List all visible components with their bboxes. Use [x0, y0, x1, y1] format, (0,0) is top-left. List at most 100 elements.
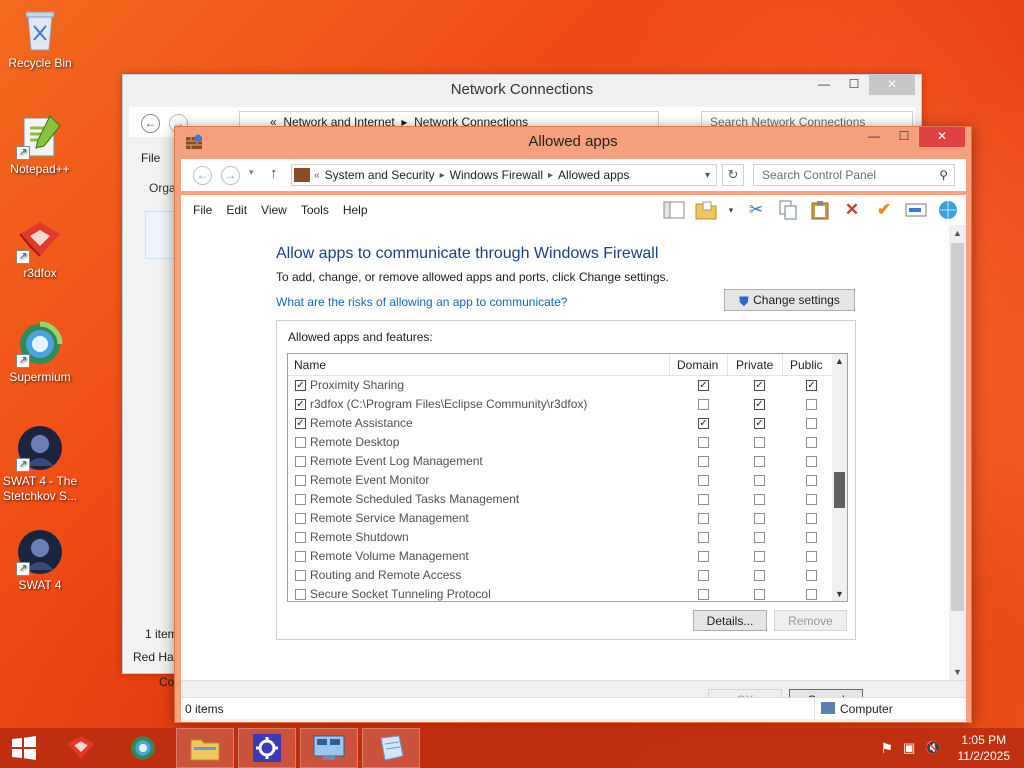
row-private-checkbox[interactable]: ✓: [754, 380, 765, 391]
maximize-button[interactable]: ☐: [839, 75, 869, 95]
column-header-private[interactable]: Private: [736, 358, 773, 372]
row-private-checkbox[interactable]: [754, 551, 765, 562]
close-button[interactable]: ✕: [919, 127, 965, 147]
row-enable-checkbox[interactable]: ✓: [295, 380, 306, 391]
maximize-button[interactable]: ☐: [889, 127, 919, 147]
refresh-icon[interactable]: ↻: [722, 164, 744, 186]
content-scroll-thumb[interactable]: [951, 243, 964, 611]
minimize-button[interactable]: —: [809, 75, 839, 95]
row-domain-checkbox[interactable]: [698, 551, 709, 562]
clock[interactable]: 1:05 PM 11/2/2025: [958, 732, 1011, 764]
back-arrow-icon[interactable]: ←: [193, 166, 212, 185]
risks-link[interactable]: What are the risks of allowing an app to…: [276, 295, 567, 309]
organize-button[interactable]: Orga: [149, 181, 176, 195]
taskbar-settings[interactable]: [238, 728, 296, 768]
row-enable-checkbox[interactable]: ✓: [295, 418, 306, 429]
scroll-down-icon[interactable]: ▼: [949, 667, 966, 677]
row-public-checkbox[interactable]: [806, 551, 817, 562]
row-public-checkbox[interactable]: [806, 570, 817, 581]
menu-tools[interactable]: Tools: [301, 203, 329, 217]
overflow-chevron-icon[interactable]: «: [314, 170, 320, 181]
search-input[interactable]: Search Control Panel ⚲: [753, 164, 955, 186]
check-icon[interactable]: ✔: [872, 199, 896, 221]
column-header-public[interactable]: Public: [790, 358, 823, 372]
table-row[interactable]: Secure Socket Tunneling Protocol: [288, 585, 833, 601]
help-globe-icon[interactable]: [936, 199, 960, 221]
breadcrumb-item[interactable]: System and Security: [325, 168, 435, 182]
row-domain-checkbox[interactable]: [698, 570, 709, 581]
row-private-checkbox[interactable]: ✓: [754, 418, 765, 429]
recent-pages-chevron-icon[interactable]: ▾: [249, 167, 254, 178]
row-domain-checkbox[interactable]: [698, 456, 709, 467]
desktop-icon-notepadpp[interactable]: ↗ Notepad++: [0, 112, 80, 177]
row-enable-checkbox[interactable]: ✓: [295, 399, 306, 410]
column-header-domain[interactable]: Domain: [677, 358, 718, 372]
row-domain-checkbox[interactable]: [698, 532, 709, 543]
table-row[interactable]: ✓ Remote Assistance ✓ ✓: [288, 414, 833, 433]
content-scrollbar[interactable]: ▲ ▼: [949, 225, 966, 680]
row-private-checkbox[interactable]: [754, 532, 765, 543]
back-arrow-icon[interactable]: ←: [141, 114, 160, 133]
breadcrumb-separator-icon[interactable]: ▸: [440, 170, 445, 181]
folder-options-icon[interactable]: [694, 199, 718, 221]
row-enable-checkbox[interactable]: [295, 475, 306, 486]
list-scroll-thumb[interactable]: [834, 472, 845, 508]
menu-help[interactable]: Help: [343, 203, 368, 217]
desktop-icon-supermium[interactable]: ↗ Supermium: [0, 320, 80, 385]
table-row[interactable]: ✓ r3dfox (C:\Program Files\Eclipse Commun…: [288, 395, 833, 414]
volume-muted-icon[interactable]: 🔇: [925, 740, 941, 756]
taskbar-r3dfox[interactable]: [52, 728, 110, 768]
breadcrumb-item[interactable]: Windows Firewall: [450, 168, 543, 182]
minimize-button[interactable]: —: [859, 127, 889, 147]
desktop-icon-r3dfox[interactable]: ↗ r3dfox: [0, 216, 80, 281]
table-row[interactable]: Remote Event Monitor: [288, 471, 833, 490]
row-public-checkbox[interactable]: ✓: [806, 380, 817, 391]
taskbar-supermium[interactable]: [114, 728, 172, 768]
taskbar-control-panel[interactable]: [300, 728, 358, 768]
row-public-checkbox[interactable]: [806, 456, 817, 467]
change-settings-button[interactable]: ⛊ Change settings: [724, 289, 855, 311]
row-public-checkbox[interactable]: [806, 494, 817, 505]
breadcrumb-item[interactable]: Allowed apps: [558, 168, 629, 182]
menu-edit[interactable]: Edit: [226, 203, 247, 217]
desktop-icon-swat4-stetchkov[interactable]: ↗ SWAT 4 - The Stetchkov S...: [0, 424, 80, 504]
scroll-up-icon[interactable]: ▲: [832, 356, 847, 366]
row-enable-checkbox[interactable]: [295, 532, 306, 543]
row-enable-checkbox[interactable]: [295, 513, 306, 524]
scroll-up-icon[interactable]: ▲: [949, 228, 966, 238]
row-domain-checkbox[interactable]: [698, 513, 709, 524]
table-row[interactable]: Remote Event Log Management: [288, 452, 833, 471]
table-row[interactable]: Remote Scheduled Tasks Management: [288, 490, 833, 509]
menu-file[interactable]: File: [193, 203, 212, 217]
row-enable-checkbox[interactable]: [295, 551, 306, 562]
row-domain-checkbox[interactable]: [698, 475, 709, 486]
row-private-checkbox[interactable]: [754, 513, 765, 524]
menu-file[interactable]: File: [141, 151, 160, 165]
row-domain-checkbox[interactable]: ✓: [698, 380, 709, 391]
table-row[interactable]: Routing and Remote Access: [288, 566, 833, 585]
table-row[interactable]: Remote Service Management: [288, 509, 833, 528]
breadcrumb-separator-icon[interactable]: ▸: [548, 170, 553, 181]
rename-icon[interactable]: [904, 199, 928, 221]
row-public-checkbox[interactable]: [806, 532, 817, 543]
row-private-checkbox[interactable]: ✓: [754, 399, 765, 410]
copy-icon[interactable]: [776, 199, 800, 221]
list-scrollbar[interactable]: ▲ ▼: [832, 354, 847, 601]
table-row[interactable]: ✓ Proximity Sharing ✓ ✓ ✓: [288, 376, 833, 395]
address-dropdown-icon[interactable]: ▾: [705, 170, 710, 181]
taskbar-notepad[interactable]: [362, 728, 420, 768]
menu-view[interactable]: View: [261, 203, 287, 217]
row-public-checkbox[interactable]: [806, 437, 817, 448]
table-row[interactable]: Remote Desktop: [288, 433, 833, 452]
row-enable-checkbox[interactable]: [295, 589, 306, 600]
forward-arrow-icon[interactable]: →: [221, 166, 240, 185]
row-private-checkbox[interactable]: [754, 494, 765, 505]
preview-pane-icon[interactable]: [662, 199, 686, 221]
row-private-checkbox[interactable]: [754, 589, 765, 600]
paste-icon[interactable]: [808, 199, 832, 221]
taskbar-file-explorer[interactable]: [176, 728, 234, 768]
folder-options-dropdown-icon[interactable]: ▾: [726, 199, 736, 221]
desktop-icon-recycle-bin[interactable]: Recycle Bin: [0, 6, 80, 71]
row-domain-checkbox[interactable]: [698, 494, 709, 505]
action-center-flag-icon[interactable]: ⚑: [880, 740, 893, 757]
